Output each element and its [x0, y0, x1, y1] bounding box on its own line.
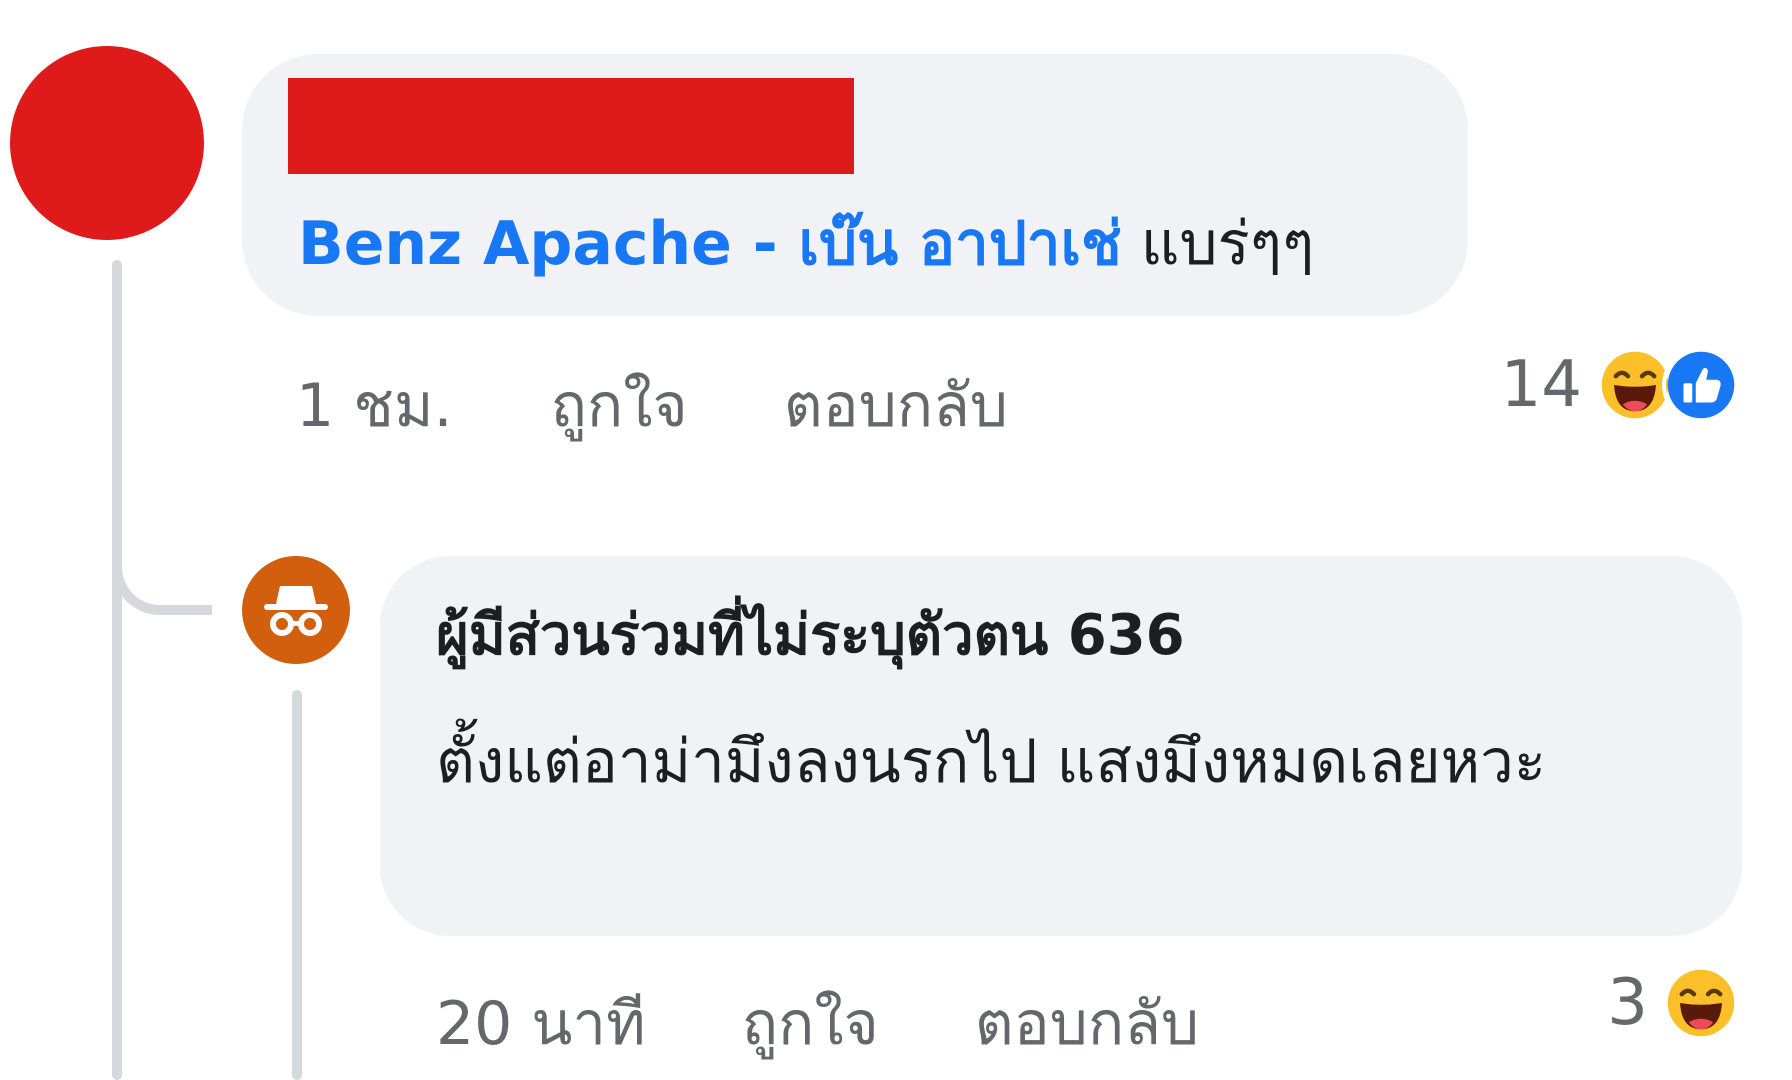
anonymous-avatar[interactable] — [242, 556, 350, 664]
incognito-icon — [264, 586, 328, 636]
reply-reply-button[interactable]: ตอบกลับ — [975, 976, 1199, 1071]
reaction-count: 14 — [1500, 348, 1582, 422]
reply-text: ตั้งแต่อาม่ามึงลงนรกไป แสงมึงหมดเลยหวะ — [436, 727, 1547, 797]
comment-bubble: Benz Apache - เบ๊น อาปาเช่ แบร่ๆๆ — [242, 54, 1468, 316]
comment-timestamp[interactable]: 1 ชม. — [296, 358, 453, 453]
comment-actions: 1 ชม. ถูกใจ ตอบกลับ — [296, 358, 1008, 453]
reply-author-name[interactable]: ผู้มีส่วนร่วมที่ไม่ระบุตัวตน 636 — [436, 600, 1185, 672]
thread-connector-line — [112, 260, 122, 1080]
thread-branch-connector — [112, 510, 212, 615]
comment-thread: Benz Apache - เบ๊น อาปาเช่ แบร่ๆๆ 1 ชม. … — [0, 0, 1792, 1080]
comment-text: Benz Apache - เบ๊น อาปาเช่ แบร่ๆๆ — [298, 204, 1314, 284]
reply-thread-connector-line — [292, 690, 302, 1080]
like-icon — [1662, 346, 1740, 424]
reply-timestamp[interactable]: 20 นาที — [436, 976, 646, 1071]
redacted-author-name — [288, 78, 854, 174]
haha-icon — [1662, 964, 1740, 1042]
mention-link[interactable]: Benz Apache - เบ๊น อาปาเช่ — [298, 209, 1122, 279]
reply-button[interactable]: ตอบกลับ — [784, 358, 1008, 453]
like-button[interactable]: ถูกใจ — [551, 358, 688, 453]
avatar-redacted[interactable] — [10, 46, 204, 240]
comment-body-text: แบร่ๆๆ — [1121, 209, 1315, 279]
reply-like-button[interactable]: ถูกใจ — [742, 976, 879, 1071]
reply-bubble: ผู้มีส่วนร่วมที่ไม่ระบุตัวตน 636 ตั้งแต่… — [380, 556, 1742, 936]
reaction-summary[interactable]: 14 — [1501, 346, 1740, 424]
reply-reaction-count: 3 — [1607, 966, 1648, 1040]
reply-reaction-summary[interactable]: 3 — [1607, 964, 1740, 1042]
reply-actions: 20 นาที ถูกใจ ตอบกลับ — [436, 976, 1199, 1071]
